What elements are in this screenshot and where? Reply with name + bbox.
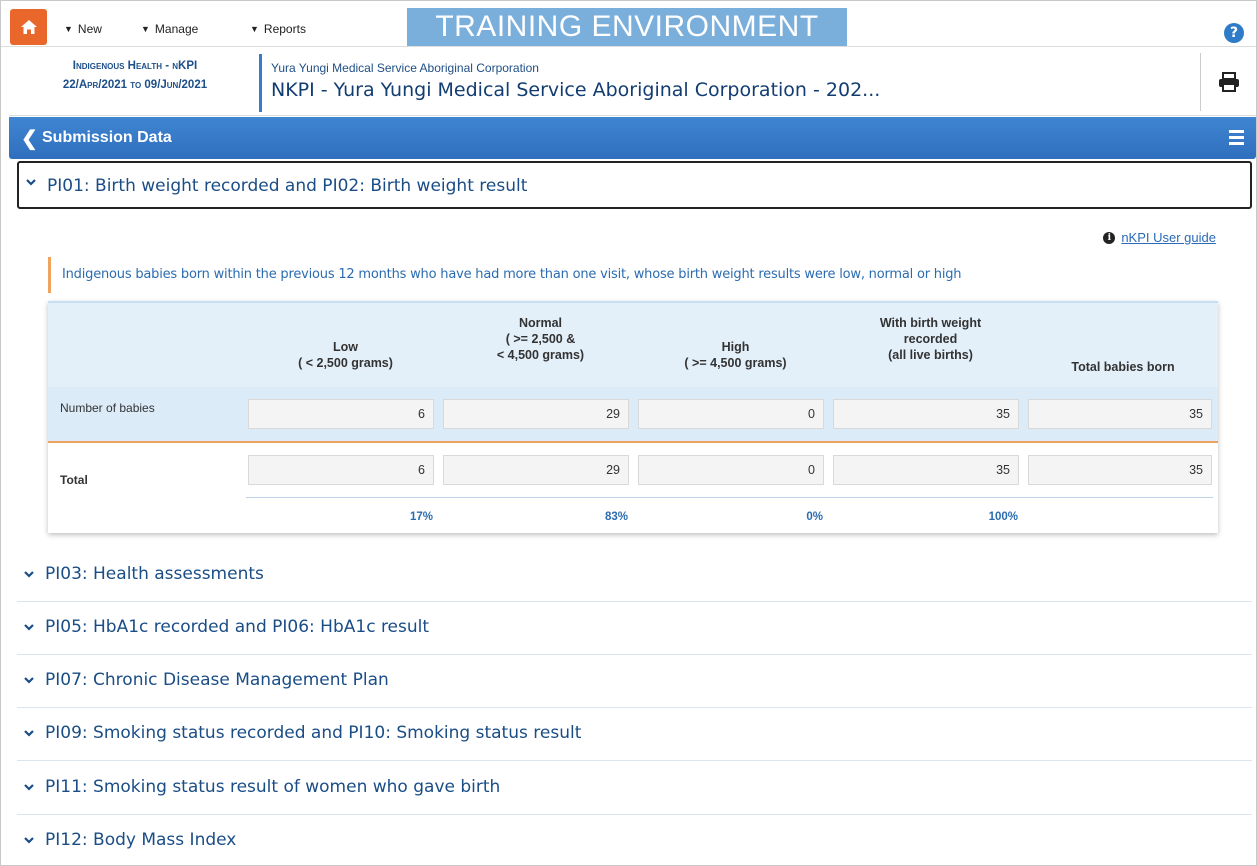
value-cell[interactable]: 0: [638, 399, 824, 429]
column-header-high: High( >= 4,500 grams): [684, 340, 787, 370]
section-title: PI11: Smoking status result of women who…: [45, 777, 501, 797]
total-row: Total 6 29 0 35 35: [48, 441, 1218, 533]
total-cell: 35: [833, 455, 1019, 485]
home-icon: [20, 20, 37, 34]
total-label: Total: [60, 473, 88, 487]
chevron-down-icon: [24, 677, 34, 684]
section-pi09[interactable]: PI09: Smoking status recorded and PI10: …: [17, 709, 1252, 761]
training-environment-banner: TRAINING ENVIRONMENT: [407, 8, 847, 46]
menu-manage[interactable]: ▼ Manage: [141, 22, 198, 36]
submission-data-bar: ❮ Submission Data: [9, 117, 1256, 159]
table-header: Low( < 2,500 grams) Normal( >= 2,500 & < …: [48, 301, 1218, 387]
info-icon: i: [1103, 231, 1116, 244]
form-header: Indigenous Health - nKPI 22/Apr/2021 to …: [9, 48, 1256, 116]
organisation-name: Yura Yungi Medical Service Aboriginal Co…: [271, 61, 539, 75]
header-divider: [259, 54, 262, 112]
section-title: PI09: Smoking status recorded and PI10: …: [45, 723, 582, 743]
menu-manage-label: Manage: [154, 22, 199, 36]
menu-reports-label: Reports: [263, 22, 306, 36]
chevron-down-icon: [24, 837, 34, 844]
total-cell: 6: [248, 455, 434, 485]
section-pi05[interactable]: PI05: HbA1c recorded and PI06: HbA1c res…: [17, 603, 1252, 655]
submission-data-title: Submission Data: [42, 129, 172, 146]
caret-down-icon: ▼: [141, 24, 150, 34]
percentage-low: 17%: [409, 511, 433, 523]
section-pi01-header[interactable]: PI01: Birth weight recorded and PI02: Bi…: [17, 161, 1252, 209]
total-cell: 0: [638, 455, 824, 485]
menu-new[interactable]: ▼ New: [64, 22, 102, 36]
section-pi03[interactable]: PI03: Health assessments: [17, 550, 1252, 602]
value-cell[interactable]: 29: [443, 399, 629, 429]
hamburger-menu-icon[interactable]: [1229, 130, 1244, 148]
column-header-recorded: With birth weight recorded (all live birth…: [879, 316, 982, 362]
chevron-down-icon: [24, 624, 34, 631]
percentage-divider: [246, 497, 1213, 498]
menu-new-label: New: [77, 22, 102, 36]
column-header-low: Low( < 2,500 grams): [298, 340, 393, 370]
form-date-range: 22/Apr/2021 to 09/Jun/2021: [62, 79, 208, 91]
help-icon[interactable]: ?: [1224, 23, 1244, 43]
back-chevron-icon[interactable]: ❮: [21, 126, 38, 151]
percentage-recorded: 100%: [988, 511, 1018, 523]
form-summary: Indigenous Health - nKPI 22/Apr/2021 to …: [9, 48, 261, 116]
caret-down-icon: ▼: [64, 24, 73, 34]
section-title: PI05: HbA1c recorded and PI06: HbA1c res…: [45, 617, 430, 637]
indicator-description: Indigenous babies born within the previo…: [48, 257, 962, 293]
row-label: Number of babies: [60, 401, 155, 415]
section-pi11[interactable]: PI11: Smoking status result of women who…: [17, 763, 1252, 815]
column-header-total: Total babies born: [1071, 360, 1175, 374]
print-button[interactable]: [1200, 53, 1256, 111]
section-pi12[interactable]: PI12: Body Mass Index: [17, 816, 1252, 866]
total-cell: 35: [1028, 455, 1212, 485]
chevron-down-icon: [24, 730, 34, 737]
value-cell[interactable]: 35: [1028, 399, 1212, 429]
chevron-down-icon: [26, 179, 36, 186]
section-title: PI12: Body Mass Index: [45, 830, 237, 850]
chevron-down-icon: [24, 571, 34, 578]
section-title: PI07: Chronic Disease Management Plan: [45, 670, 389, 690]
section-title: PI01: Birth weight recorded and PI02: Bi…: [47, 176, 528, 196]
section-pi07[interactable]: PI07: Chronic Disease Management Plan: [17, 656, 1252, 708]
form-type: Indigenous Health - nKPI: [72, 60, 198, 72]
table-row: Number of babies 6 29 0 35 35: [48, 387, 1218, 441]
percentage-normal: 83%: [604, 511, 628, 523]
user-guide-link[interactable]: nKPI User guide: [1121, 230, 1216, 245]
caret-down-icon: ▼: [250, 24, 259, 34]
menu-reports[interactable]: ▼ Reports: [250, 22, 306, 36]
total-cell: 29: [443, 455, 629, 485]
chevron-down-icon: [24, 784, 34, 791]
form-title: NKPI - Yura Yungi Medical Service Aborig…: [271, 79, 881, 101]
value-cell[interactable]: 6: [248, 399, 434, 429]
top-nav-bar: ▼ New ▼ Manage ▼ Reports TRAINING ENVIRO…: [1, 1, 1256, 47]
value-cell[interactable]: 35: [833, 399, 1019, 429]
user-guide: i nKPI User guide: [1103, 230, 1216, 245]
section-title: PI03: Health assessments: [45, 564, 264, 584]
birth-weight-table: Low( < 2,500 grams) Normal( >= 2,500 & < …: [48, 301, 1218, 533]
home-button[interactable]: [10, 9, 47, 45]
column-header-normal: Normal( >= 2,500 & < 4,500 grams): [496, 316, 585, 362]
printer-icon: [1218, 72, 1239, 92]
percentage-high: 0%: [806, 511, 823, 523]
